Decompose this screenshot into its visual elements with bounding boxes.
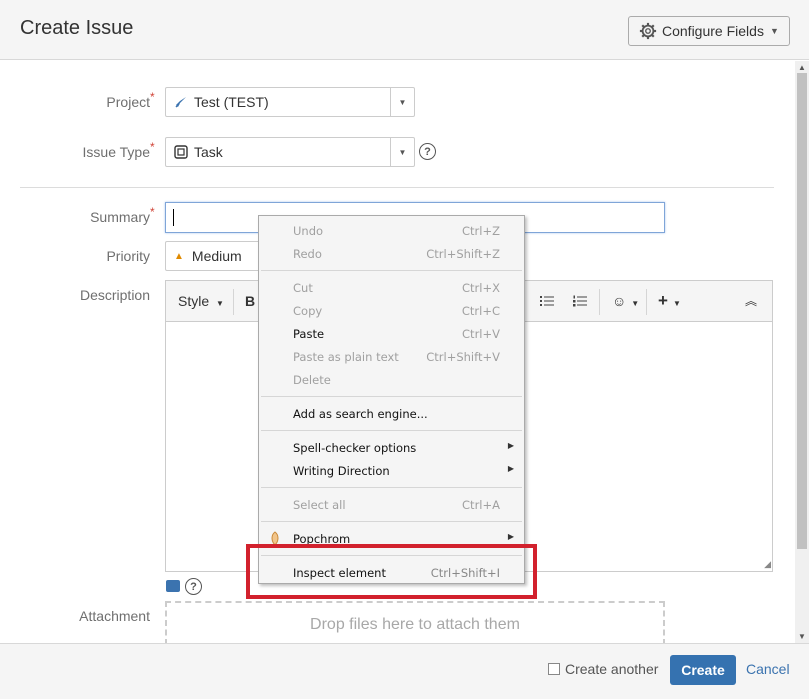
divider bbox=[20, 187, 774, 188]
menu-item-redo[interactable]: Redo Ctrl+Shift+Z bbox=[259, 244, 524, 264]
chevron-down-icon[interactable]: ▼ bbox=[390, 138, 414, 166]
scroll-down-icon[interactable]: ▼ bbox=[798, 632, 806, 641]
plus-icon: + bbox=[658, 291, 668, 310]
chevron-down-icon: ▼ bbox=[631, 299, 640, 308]
menu-item-paste[interactable]: Paste Ctrl+V bbox=[259, 324, 524, 344]
chevron-down-icon: ▼ bbox=[216, 299, 224, 308]
menu-item-spell-checker[interactable]: Spell-checker options ▶ bbox=[259, 438, 524, 458]
priority-label: Priority bbox=[106, 248, 150, 264]
resize-handle-icon[interactable]: ◢ bbox=[764, 559, 771, 570]
create-another-option[interactable]: Create another bbox=[548, 661, 658, 677]
collapse-toolbar-icon[interactable]: ︽ bbox=[745, 292, 757, 309]
help-icon[interactable]: ? bbox=[185, 578, 202, 595]
rocket-icon bbox=[175, 97, 186, 108]
insert-more-dropdown[interactable]: + ▼ bbox=[658, 291, 681, 311]
chevron-down-icon: ▼ bbox=[769, 26, 779, 36]
gear-icon bbox=[639, 22, 657, 40]
chevron-down-icon: ▼ bbox=[672, 299, 681, 308]
project-label: Project bbox=[106, 94, 150, 110]
menu-item-undo[interactable]: Undo Ctrl+Z bbox=[259, 221, 524, 241]
menu-separator bbox=[261, 487, 522, 488]
menu-item-select-all[interactable]: Select all Ctrl+A bbox=[259, 495, 524, 515]
wiki-markup-icon[interactable] bbox=[166, 580, 180, 592]
chevron-down-icon[interactable]: ▼ bbox=[390, 88, 414, 116]
menu-separator bbox=[261, 521, 522, 522]
configure-fields-button[interactable]: Configure Fields ▼ bbox=[628, 16, 790, 46]
toolbar-divider bbox=[233, 289, 234, 315]
style-label: Style bbox=[178, 293, 210, 309]
project-select[interactable]: Test (TEST) ▼ bbox=[165, 87, 415, 117]
menu-item-cut[interactable]: Cut Ctrl+X bbox=[259, 278, 524, 298]
task-icon bbox=[174, 145, 188, 159]
menu-item-paste-plain[interactable]: Paste as plain text Ctrl+Shift+V bbox=[259, 347, 524, 367]
menu-separator bbox=[261, 270, 522, 271]
issue-type-value: Task bbox=[194, 144, 223, 160]
issue-type-select[interactable]: Task ▼ bbox=[165, 137, 415, 167]
emoticon-dropdown[interactable]: ☺ ▼ bbox=[612, 293, 639, 309]
submenu-arrow-icon: ▶ bbox=[507, 441, 514, 450]
project-value: Test (TEST) bbox=[194, 94, 269, 110]
menu-separator bbox=[261, 396, 522, 397]
menu-item-add-search-engine[interactable]: Add as search engine... bbox=[259, 404, 524, 424]
dialog-footer: Create another Create Cancel bbox=[0, 643, 809, 699]
create-another-label: Create another bbox=[565, 661, 659, 677]
configure-fields-label: Configure Fields bbox=[662, 23, 764, 39]
create-another-checkbox[interactable] bbox=[548, 663, 560, 675]
submenu-arrow-icon: ▶ bbox=[507, 532, 514, 541]
priority-value: Medium bbox=[191, 248, 242, 264]
required-marker: * bbox=[150, 205, 155, 219]
context-menu: Undo Ctrl+Z Redo Ctrl+Shift+Z Cut Ctrl+X Co… bbox=[258, 215, 525, 584]
description-label: Description bbox=[79, 287, 150, 303]
attachment-drop-zone[interactable]: Drop files here to attach them bbox=[165, 601, 665, 645]
smiley-icon: ☺ bbox=[612, 293, 627, 309]
style-dropdown[interactable]: Style ▼ bbox=[178, 293, 224, 309]
menu-item-delete[interactable]: Delete bbox=[259, 370, 524, 390]
create-button[interactable]: Create bbox=[670, 655, 736, 685]
attachment-label: Attachment bbox=[79, 608, 150, 624]
annotation-highlight-box bbox=[246, 544, 537, 599]
scroll-up-icon[interactable]: ▲ bbox=[798, 63, 806, 72]
summary-label: Summary bbox=[90, 209, 150, 225]
required-marker: * bbox=[150, 140, 155, 154]
dialog-title: Create Issue bbox=[20, 17, 134, 39]
cancel-link[interactable]: Cancel bbox=[746, 661, 790, 677]
submenu-arrow-icon: ▶ bbox=[507, 464, 514, 473]
menu-item-copy[interactable]: Copy Ctrl+C bbox=[259, 301, 524, 321]
scrollbar-thumb[interactable] bbox=[797, 73, 807, 549]
dialog-header: Create Issue Configure Fields ▼ bbox=[0, 0, 809, 60]
bullet-list-icon[interactable] bbox=[540, 294, 554, 310]
menu-item-writing-direction[interactable]: Writing Direction ▶ bbox=[259, 461, 524, 481]
text-cursor bbox=[173, 209, 174, 226]
arrow-up-icon: ▲ bbox=[174, 250, 184, 262]
bold-button[interactable]: B bbox=[245, 293, 255, 309]
issue-type-label: Issue Type bbox=[82, 144, 150, 160]
required-marker: * bbox=[150, 90, 155, 104]
numbered-list-icon[interactable] bbox=[573, 294, 587, 310]
scrollbar[interactable]: ▲ ▼ bbox=[795, 61, 809, 643]
menu-separator bbox=[261, 430, 522, 431]
toolbar-divider bbox=[646, 289, 647, 315]
help-icon[interactable]: ? bbox=[419, 143, 436, 160]
toolbar-divider bbox=[599, 289, 600, 315]
priority-select[interactable]: ▲ Medium bbox=[165, 241, 260, 271]
